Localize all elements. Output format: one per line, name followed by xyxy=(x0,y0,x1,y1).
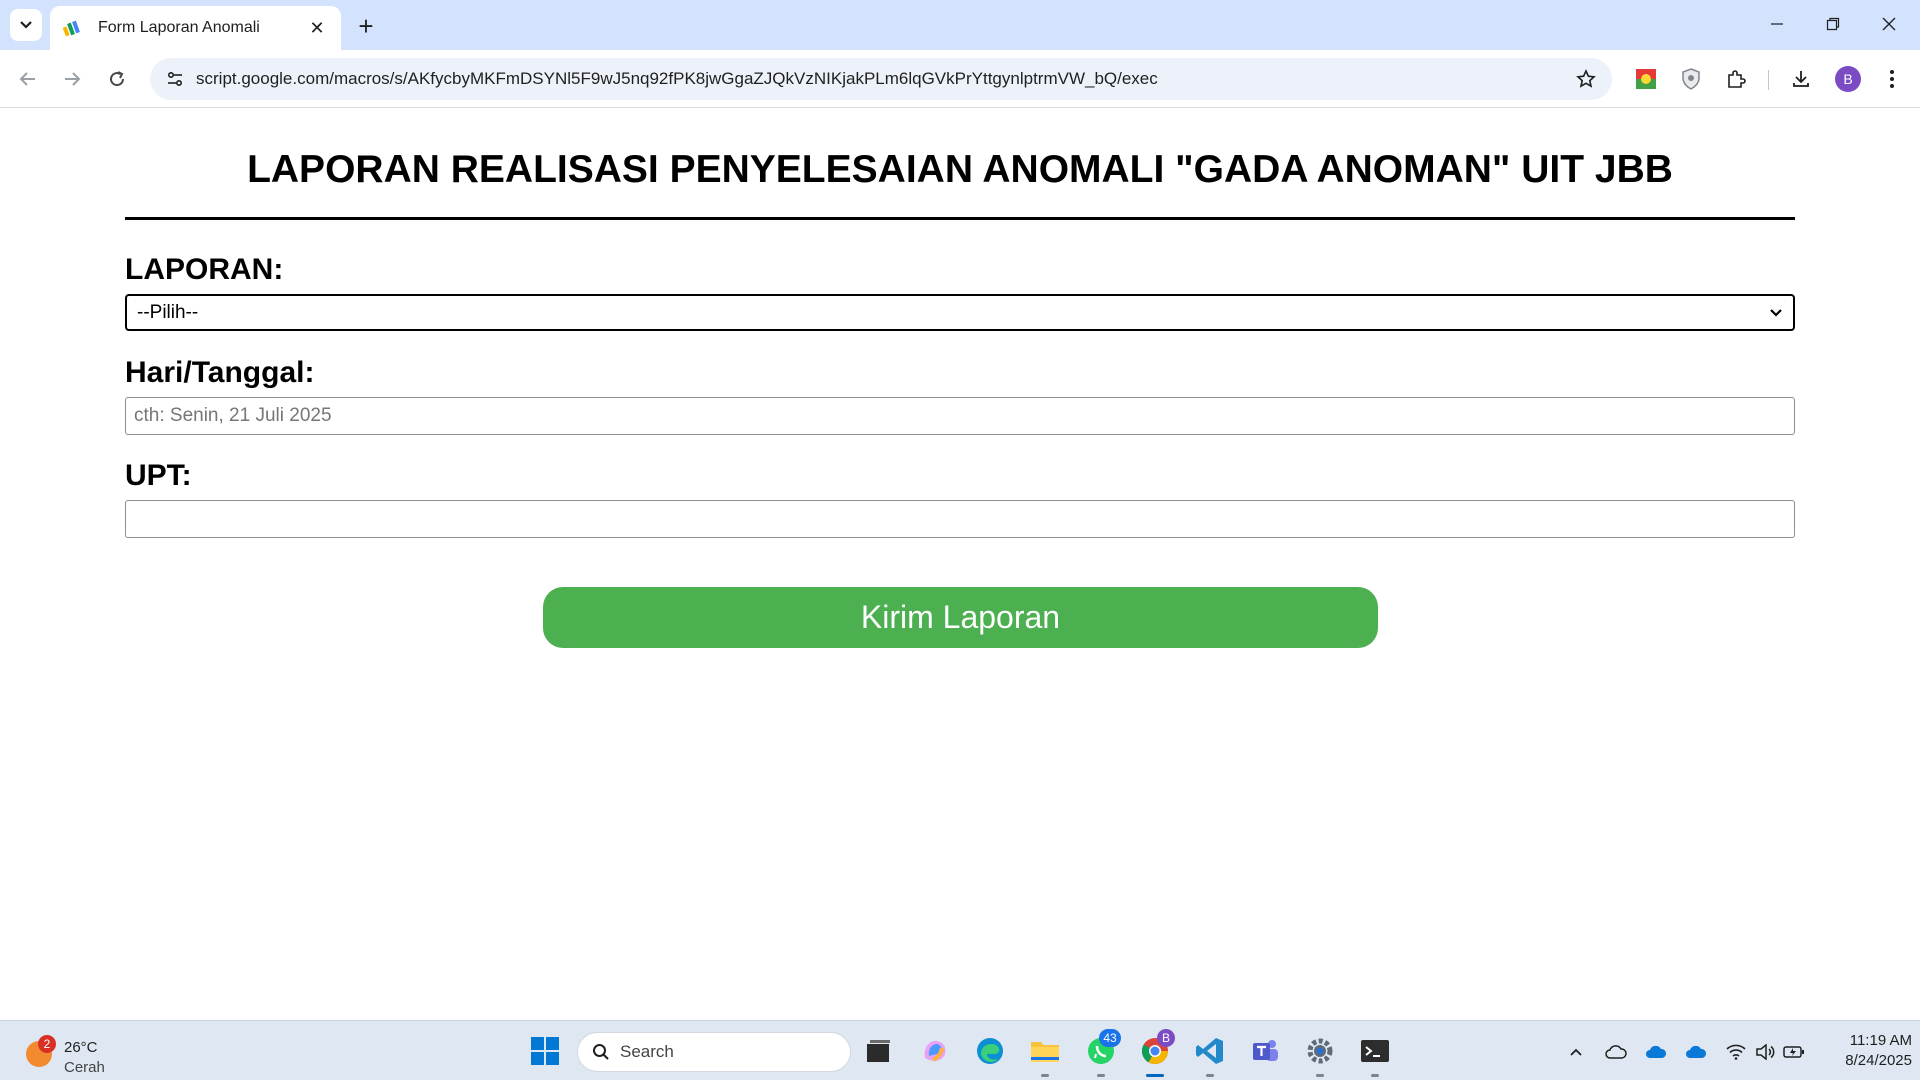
weather-condition: Cerah xyxy=(64,1059,105,1076)
upt-label: UPT: xyxy=(125,459,192,492)
taskbar-search-label: Search xyxy=(620,1042,674,1061)
kirim-laporan-button[interactable]: Kirim Laporan xyxy=(543,587,1378,648)
chrome-profile-badge: B xyxy=(1157,1029,1175,1047)
profile-avatar[interactable]: B xyxy=(1835,66,1861,92)
toolbar-separator xyxy=(1768,70,1769,90)
weather-widget[interactable]: 2 26°C Cerah xyxy=(24,1029,144,1076)
new-tab-button[interactable]: + xyxy=(350,10,382,42)
terminal-icon[interactable] xyxy=(1357,1033,1393,1069)
apps-script-favicon-icon xyxy=(62,18,82,38)
page-content: LAPORAN REALISASI PENYELESAIAN ANOMALI "… xyxy=(0,108,1920,1020)
tab-search-button[interactable] xyxy=(10,9,42,41)
tray-overflow-chevron-icon[interactable] xyxy=(1563,1039,1589,1065)
volume-icon[interactable] xyxy=(1752,1039,1778,1065)
tanggal-label: Hari/Tanggal: xyxy=(125,356,315,389)
terminal-running-indicator xyxy=(1371,1074,1379,1077)
upt-input[interactable] xyxy=(125,500,1795,538)
vscode-icon[interactable] xyxy=(1192,1033,1228,1069)
site-info-icon[interactable] xyxy=(154,58,196,100)
windows-taskbar: 2 26°C Cerah Search 43 B 11:19 AM 8/24/2… xyxy=(0,1020,1920,1080)
title-divider xyxy=(125,217,1795,220)
search-icon xyxy=(593,1044,609,1060)
settings-gear-icon[interactable] xyxy=(1302,1033,1338,1069)
onedrive-cloud-blue-2-icon[interactable] xyxy=(1683,1039,1709,1065)
chevron-down-icon xyxy=(1770,308,1782,317)
weather-temperature: 26°C xyxy=(64,1039,98,1056)
close-icon xyxy=(1882,17,1896,31)
taskbar-search-box[interactable]: Search xyxy=(577,1032,851,1072)
download-icon[interactable] xyxy=(1785,63,1817,95)
url-text[interactable]: script.google.com/macros/s/AKfycbyMKFmDS… xyxy=(196,69,1566,89)
chrome-active-indicator xyxy=(1146,1074,1164,1077)
extensions-puzzle-icon[interactable] xyxy=(1720,63,1752,95)
laporan-select[interactable]: --Pilih-- xyxy=(125,294,1795,331)
address-bar[interactable]: script.google.com/macros/s/AKfycbyMKFmDS… xyxy=(150,58,1612,100)
settings-running-indicator xyxy=(1316,1074,1324,1077)
reload-icon xyxy=(110,71,125,87)
clock-time: 11:19 AM xyxy=(1849,1032,1912,1049)
edge-browser-icon[interactable] xyxy=(972,1033,1008,1069)
wifi-icon[interactable] xyxy=(1723,1039,1749,1065)
vscode-running-indicator xyxy=(1206,1074,1214,1077)
windows-start-icon[interactable] xyxy=(527,1033,563,1069)
shield-extension-icon[interactable] xyxy=(1675,63,1707,95)
copilot-icon[interactable] xyxy=(917,1033,953,1069)
weather-notification-badge: 2 xyxy=(38,1035,56,1053)
page-title: LAPORAN REALISASI PENYELESAIAN ANOMALI "… xyxy=(247,148,1673,191)
task-view-icon[interactable] xyxy=(861,1033,897,1069)
back-button[interactable] xyxy=(12,63,44,95)
bookmark-star-icon[interactable] xyxy=(1566,59,1606,99)
minimize-icon xyxy=(1771,23,1783,25)
reload-button[interactable] xyxy=(101,63,133,95)
teams-icon[interactable] xyxy=(1247,1033,1283,1069)
restore-button[interactable] xyxy=(1810,6,1856,42)
browser-tabstrip: Form Laporan Anomali ✕ + xyxy=(0,0,1920,50)
chevron-down-icon xyxy=(20,21,32,29)
menu-kebab-icon[interactable] xyxy=(1876,63,1908,95)
explorer-running-indicator xyxy=(1041,1074,1049,1077)
arrow-left-icon xyxy=(19,72,35,86)
file-explorer-icon[interactable] xyxy=(1027,1033,1063,1069)
whatsapp-unread-badge: 43 xyxy=(1099,1029,1121,1047)
tanggal-input[interactable]: cth: Senin, 21 Juli 2025 xyxy=(125,397,1795,435)
system-clock[interactable]: 11:19 AM 8/24/2025 xyxy=(1822,1031,1912,1071)
browser-toolbar: script.google.com/macros/s/AKfycbyMKFmDS… xyxy=(0,50,1920,108)
window-close-button[interactable] xyxy=(1866,6,1912,42)
whatsapp-running-indicator xyxy=(1097,1074,1105,1077)
arrow-right-icon xyxy=(65,72,81,86)
extension-flag-icon[interactable] xyxy=(1630,63,1662,95)
onedrive-cloud-blue-icon[interactable] xyxy=(1643,1039,1669,1065)
tanggal-placeholder: cth: Senin, 21 Juli 2025 xyxy=(134,405,332,426)
forward-button[interactable] xyxy=(56,63,88,95)
clock-date: 8/24/2025 xyxy=(1845,1052,1912,1069)
laporan-label: LAPORAN: xyxy=(125,253,284,286)
minimize-button[interactable] xyxy=(1754,6,1800,42)
tab-title: Form Laporan Anomali xyxy=(98,19,260,36)
close-tab-icon[interactable]: ✕ xyxy=(305,16,329,40)
battery-icon[interactable] xyxy=(1781,1039,1807,1065)
laporan-select-value: --Pilih-- xyxy=(137,301,199,323)
restore-icon xyxy=(1826,17,1840,31)
onedrive-cloud-gray-icon[interactable] xyxy=(1603,1039,1629,1065)
tab-form-laporan[interactable]: Form Laporan Anomali ✕ xyxy=(50,6,341,50)
